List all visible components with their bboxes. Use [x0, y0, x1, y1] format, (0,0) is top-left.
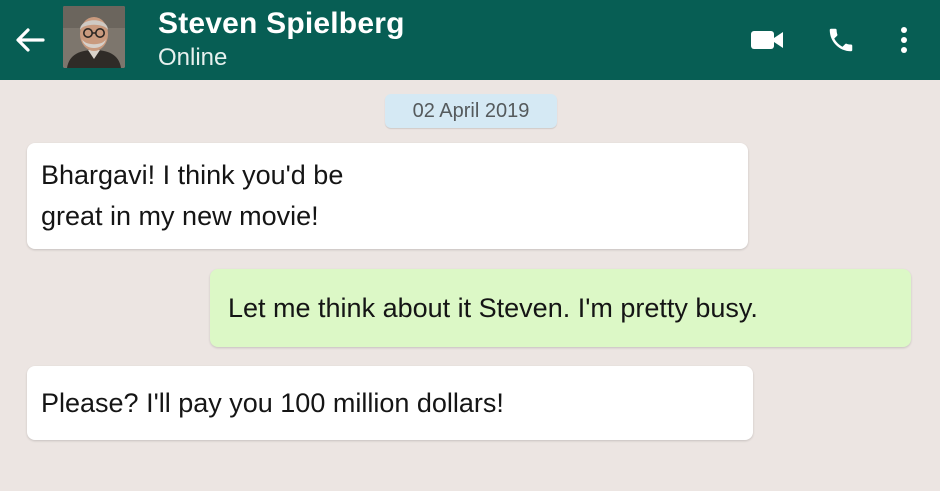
message-text: Please? I'll pay you 100 million dollars…: [41, 387, 504, 418]
message-text: Let me think about it Steven. I'm pretty…: [228, 292, 758, 323]
phone-call-button[interactable]: [822, 20, 860, 60]
contact-name[interactable]: Steven Spielberg: [158, 7, 405, 41]
more-options-button[interactable]: [890, 20, 918, 60]
message-text-line: Bhargavi! I think you'd be: [41, 160, 344, 190]
incoming-message[interactable]: Bhargavi! I think you'd be great in my n…: [27, 143, 748, 249]
phone-call-icon: [829, 28, 853, 52]
contact-photo: [63, 6, 125, 68]
date-separator: 02 April 2019: [385, 94, 557, 128]
incoming-message[interactable]: Please? I'll pay you 100 million dollars…: [27, 366, 753, 440]
back-button[interactable]: [10, 22, 50, 58]
outgoing-message[interactable]: Let me think about it Steven. I'm pretty…: [210, 269, 911, 347]
chat-header: Steven Spielberg Online: [0, 0, 940, 80]
avatar[interactable]: [63, 6, 125, 68]
contact-status: Online: [158, 44, 228, 71]
message-text-line: great in my new movie!: [41, 201, 319, 231]
more-options-icon: [901, 27, 907, 53]
video-call-button[interactable]: [748, 20, 786, 60]
video-call-icon: [751, 31, 783, 49]
back-arrow-icon: [16, 28, 45, 52]
